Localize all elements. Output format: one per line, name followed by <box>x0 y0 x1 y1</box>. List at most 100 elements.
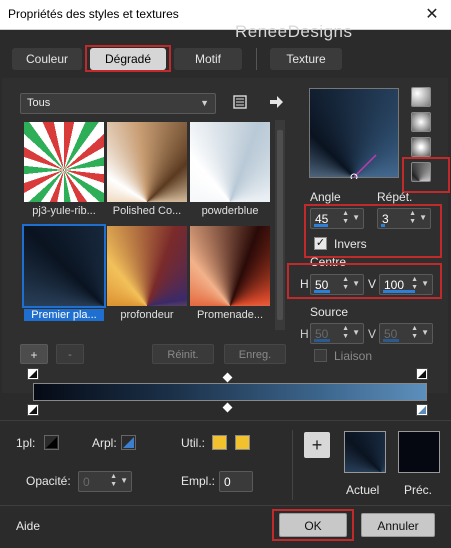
center-v-label: V <box>368 277 377 291</box>
user-color-swatch[interactable] <box>212 435 227 450</box>
midpoint-marker[interactable] <box>222 402 233 413</box>
reset-button[interactable]: Réinit. <box>152 344 214 364</box>
gradient-thumbnail <box>107 122 187 202</box>
save-gradient-button[interactable]: Enreg. <box>224 344 286 364</box>
library-scrollbar[interactable] <box>275 120 285 330</box>
opacity-stop-marker[interactable] <box>27 368 39 380</box>
center-handle-icon[interactable] <box>310 89 400 179</box>
list-item-label: powderblue <box>201 205 259 217</box>
opacity-stop-marker[interactable] <box>416 368 428 380</box>
user-color-swatch[interactable] <box>235 435 250 450</box>
spin-up-down-icon[interactable]: ▲ ▼ <box>411 325 418 341</box>
spin-up-down-icon[interactable]: ▲ ▼ <box>342 325 349 341</box>
tab-separator <box>256 48 257 70</box>
color-stop-marker[interactable] <box>27 404 39 416</box>
gradient-preview[interactable] <box>309 88 400 179</box>
source-h-label: H <box>300 327 309 341</box>
tab-couleur[interactable]: Couleur <box>12 48 82 70</box>
repeat-field[interactable]: 3 ▲ ▼ ▼ <box>377 208 431 229</box>
list-item-label: profondeur <box>120 309 174 321</box>
angle-label: Angle <box>310 190 341 204</box>
list-item-label: Promenade... <box>196 309 264 321</box>
invert-checkbox[interactable]: ✓ <box>314 237 327 250</box>
list-item[interactable]: Polished Co... <box>107 122 187 217</box>
source-h-field[interactable]: 50 ▲ ▼ ▼ <box>310 323 364 344</box>
opacity-field[interactable]: 0 ▲ ▼ ▼ <box>78 471 132 492</box>
add-preview-button[interactable]: + <box>304 432 330 458</box>
gradient-thumbnail <box>107 226 187 306</box>
category-value: Tous <box>27 97 51 109</box>
window-title: Propriétés des styles et textures <box>8 7 179 21</box>
value-bar <box>314 224 328 227</box>
invert-label[interactable]: Invers <box>334 237 367 251</box>
library-menu-icon[interactable] <box>232 94 248 110</box>
link-checkbox[interactable] <box>314 349 327 362</box>
watermark: ReneeDesigns <box>235 22 353 41</box>
chevron-down-icon[interactable]: ▼ <box>419 213 427 222</box>
spin-up-down-icon[interactable]: ▲ ▼ <box>409 210 416 226</box>
chevron-down-icon[interactable]: ▼ <box>421 279 429 288</box>
gradient-thumbnail <box>190 122 270 202</box>
source-v-label: V <box>368 327 377 341</box>
list-item[interactable]: pj3-yule-rib... <box>24 122 104 217</box>
divider <box>0 505 451 506</box>
chevron-down-icon[interactable]: ▼ <box>352 279 360 288</box>
linear-type-icon[interactable] <box>411 87 431 107</box>
chevron-down-icon[interactable]: ▼ <box>120 476 128 485</box>
center-h-field[interactable]: 50 ▲ ▼ ▼ <box>310 274 364 295</box>
help-link[interactable]: Aide <box>16 519 40 533</box>
center-label: Centre <box>310 255 347 269</box>
source-v-field[interactable]: 50 ▲ ▼ ▼ <box>379 323 433 344</box>
cancel-button[interactable]: Annuler <box>361 513 435 537</box>
list-item[interactable]: profondeur <box>107 226 187 321</box>
chevron-down-icon[interactable]: ▼ <box>421 328 429 337</box>
list-item-label: pj3-yule-rib... <box>32 205 96 217</box>
list-item[interactable]: powderblue <box>190 122 270 217</box>
radial-type-icon[interactable] <box>411 162 431 182</box>
list-item-label: Premier pla... <box>24 309 104 321</box>
gradient-thumbnail <box>24 122 104 202</box>
location-field[interactable]: 0 <box>219 471 253 492</box>
value-bar <box>314 290 330 293</box>
value-bar <box>383 339 399 342</box>
opacity-stop-label: 1pl: <box>16 436 36 450</box>
location-label: Empl.: <box>181 474 216 488</box>
gradient-editor-bar[interactable] <box>33 383 427 401</box>
link-label[interactable]: Liaison <box>334 349 372 363</box>
chevron-down-icon[interactable]: ▼ <box>352 328 360 337</box>
rectangular-type-icon[interactable] <box>411 112 431 132</box>
opacity-label: Opacité: <box>26 474 71 488</box>
chevron-down-icon: ▼ <box>200 98 209 108</box>
tab-texture[interactable]: Texture <box>270 48 342 70</box>
ok-button[interactable]: OK <box>279 513 347 537</box>
gradient-thumbnail <box>190 226 270 306</box>
value-bar <box>381 224 385 227</box>
sunburst-type-icon[interactable] <box>411 137 431 157</box>
spin-up-down-icon[interactable]: ▲ ▼ <box>110 473 117 489</box>
angle-field[interactable]: 45 ▲ ▼ ▼ <box>310 208 364 229</box>
center-v-field[interactable]: 100 ▲ ▼ ▼ <box>379 274 433 295</box>
repeat-label: Répét. <box>377 190 413 204</box>
category-select[interactable]: Tous ▼ <box>20 93 216 114</box>
spin-up-down-icon[interactable]: ▲ ▼ <box>342 276 349 292</box>
tab-degrade[interactable]: Dégradé <box>90 48 166 70</box>
spin-up-down-icon[interactable]: ▲ ▼ <box>342 210 349 226</box>
current-label: Actuel <box>346 483 380 497</box>
background-stop-icon[interactable] <box>121 435 136 450</box>
gradient-library-grid: pj3-yule-rib... Polished Co... powderblu… <box>20 120 275 330</box>
close-icon[interactable]: ✕ <box>421 4 443 26</box>
list-item[interactable]: Premier pla... <box>22 224 106 321</box>
previous-label: Préc. <box>404 483 433 497</box>
scrollbar-thumb[interactable] <box>277 130 283 320</box>
divider <box>292 430 293 500</box>
color-stop-marker[interactable] <box>416 404 428 416</box>
previous-preview[interactable] <box>398 431 440 473</box>
list-item[interactable]: Promenade... <box>190 226 270 321</box>
chevron-down-icon[interactable]: ▼ <box>352 213 360 222</box>
tab-motif[interactable]: Motif <box>174 48 242 70</box>
add-gradient-button[interactable]: + <box>20 344 48 364</box>
remove-gradient-button[interactable]: - <box>56 344 84 364</box>
title-bar: Propriétés des styles et textures ✕ <box>0 0 451 30</box>
arrow-right-icon[interactable] <box>268 94 284 110</box>
foreground-stop-icon[interactable] <box>44 435 59 450</box>
